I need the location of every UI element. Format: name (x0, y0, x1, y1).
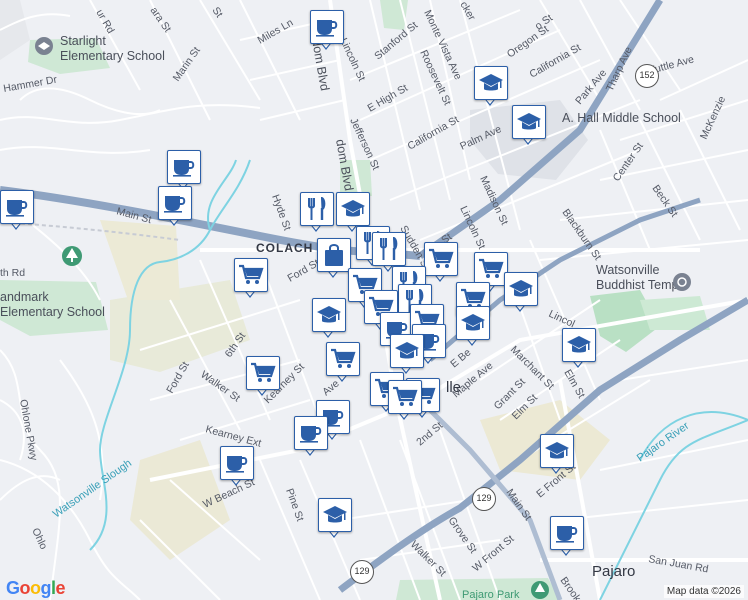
school-marker[interactable] (318, 498, 352, 542)
restaurant-icon (300, 192, 334, 226)
school-icon (512, 105, 546, 139)
school-marker[interactable] (504, 272, 538, 316)
store-marker[interactable] (326, 342, 360, 386)
park-label: Pajaro Park (462, 589, 520, 600)
poi-temple-icon[interactable] (673, 273, 691, 291)
restaurant-icon (372, 232, 406, 266)
school-icon (456, 306, 490, 340)
school-marker[interactable] (474, 66, 508, 110)
cafe-icon (167, 150, 201, 184)
city-label: lle (446, 379, 461, 396)
place-label: Watsonville (596, 263, 659, 277)
street-label: th Rd (0, 267, 25, 279)
poi-starlight-school[interactable] (35, 37, 53, 55)
cafe-icon (220, 446, 254, 480)
cafe-icon (0, 190, 34, 224)
highway-shield: 129 (472, 487, 496, 511)
store-marker[interactable] (388, 380, 422, 424)
highway-shield: 152 (635, 64, 659, 88)
place-label: Elementary School (60, 49, 165, 63)
cafe-marker[interactable] (220, 446, 254, 490)
cafe-marker[interactable] (550, 516, 584, 560)
cafe-marker[interactable] (0, 190, 34, 234)
city-label: Pajaro (592, 563, 635, 580)
place-label: Elementary School (0, 305, 105, 319)
neighborhood-label: COLACH (256, 241, 313, 255)
cafe-icon (550, 516, 584, 550)
school-marker[interactable] (456, 306, 490, 350)
school-marker[interactable] (540, 434, 574, 478)
store-marker[interactable] (234, 258, 268, 302)
school-marker[interactable] (512, 105, 546, 149)
store-marker[interactable] (246, 356, 280, 400)
store-marker[interactable] (424, 242, 458, 286)
school-icon (312, 298, 346, 332)
school-icon (504, 272, 538, 306)
school-icon (336, 192, 370, 226)
shopping-marker[interactable] (317, 238, 351, 282)
map-attribution[interactable]: Map data ©2026 (663, 585, 744, 598)
school-icon (390, 334, 424, 368)
school-icon (562, 328, 596, 362)
cafe-icon (310, 10, 344, 44)
cafe-icon (294, 416, 328, 450)
place-label: A. Hall Middle School (562, 111, 681, 125)
google-logo[interactable]: Google (6, 578, 66, 599)
restaurant-marker[interactable] (300, 192, 334, 236)
cafe-marker[interactable] (294, 416, 328, 460)
place-label: Starlight (60, 34, 106, 48)
poi-park-icon[interactable] (531, 581, 549, 599)
store-icon (234, 258, 268, 292)
school-icon (540, 434, 574, 468)
school-marker[interactable] (312, 298, 346, 342)
cafe-icon (158, 186, 192, 220)
cafe-marker[interactable] (310, 10, 344, 54)
poi-tree-icon[interactable] (62, 246, 82, 266)
store-icon (474, 252, 508, 286)
shopping-icon (317, 238, 351, 272)
place-label: andmark (0, 290, 49, 304)
store-icon (388, 380, 422, 414)
store-icon (424, 242, 458, 276)
school-icon (474, 66, 508, 100)
store-icon (246, 356, 280, 390)
store-icon (326, 342, 360, 376)
school-marker[interactable] (562, 328, 596, 372)
poi-landmark-school[interactable] (52, 290, 68, 306)
cafe-marker[interactable] (158, 186, 192, 230)
school-icon (318, 498, 352, 532)
highway-shield: 129 (350, 560, 374, 584)
